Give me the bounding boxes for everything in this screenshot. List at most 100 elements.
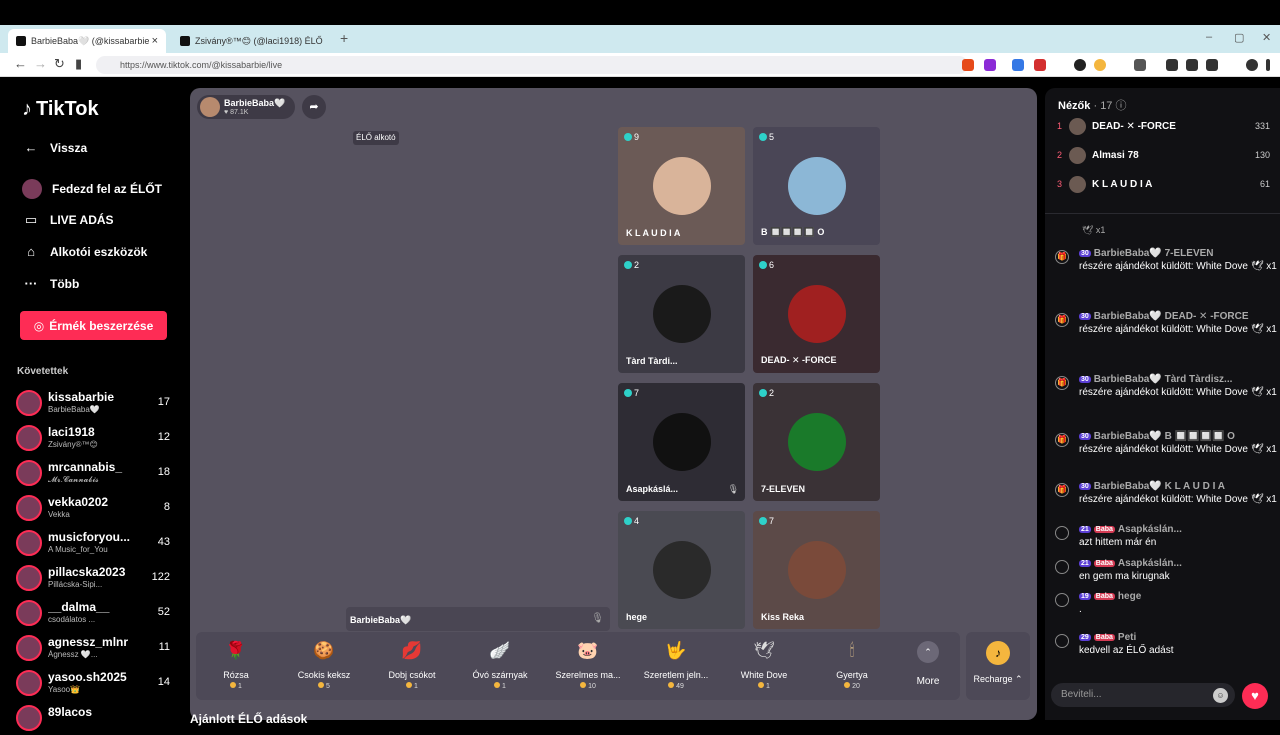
guest-tile[interactable]: 4 hege bbox=[618, 511, 745, 629]
following-item[interactable]: __dalma__ csodálatos ... 52 bbox=[16, 598, 176, 630]
close-icon[interactable]: × bbox=[152, 35, 158, 47]
gift-item[interactable]: 🕊 White Dove 1 bbox=[724, 632, 804, 700]
guest-tile[interactable]: 9 K L A U D I A bbox=[618, 127, 745, 245]
sidebar-icon[interactable] bbox=[1186, 59, 1198, 71]
translate-icon[interactable] bbox=[1012, 59, 1024, 71]
emoji-icon[interactable]: ☺ bbox=[1213, 688, 1228, 703]
guest-viewer-count: 4 bbox=[624, 516, 639, 526]
guest-tile[interactable]: 7 Asapkáslá... 🎙 bbox=[618, 383, 745, 501]
menu-live[interactable]: ▭ LIVE ADÁS bbox=[22, 212, 114, 228]
top-viewer[interactable]: 3 K L A U D I A 61 bbox=[1057, 175, 1270, 195]
following-item[interactable]: mrcannabis_ 𝓜𝓻.𝓒𝓪𝓷𝓷𝓪𝓫𝓲𝓼 18 bbox=[16, 458, 176, 490]
maximize-icon[interactable]: ▢ bbox=[1234, 31, 1244, 44]
bookmark-icon[interactable]: ▮ bbox=[75, 56, 82, 72]
chat-header: 19 Baba hege bbox=[1079, 591, 1141, 602]
menu-creator-tools[interactable]: ⌂ Alkotói eszközök bbox=[22, 244, 147, 259]
chat-user[interactable]: Asapkáslán... bbox=[1118, 558, 1182, 569]
host-badge[interactable]: BarbieBaba🤍 ♥ 87.1K bbox=[197, 95, 295, 119]
chat-user[interactable]: hege bbox=[1118, 591, 1141, 602]
following-item[interactable]: musicforyou... A Music_for_You 43 bbox=[16, 528, 176, 560]
extension-icon[interactable] bbox=[1134, 59, 1146, 71]
back-button[interactable]: ← Vissza bbox=[22, 140, 88, 155]
tiktok-logo[interactable]: ♪ TikTok bbox=[22, 98, 99, 121]
following-item[interactable]: agnessz_mlnr Ágnessz 🤍... 11 bbox=[16, 633, 176, 665]
minimize-icon[interactable]: – bbox=[1206, 31, 1212, 43]
music-icon[interactable] bbox=[1166, 59, 1178, 71]
chat-user[interactable]: BarbieBaba🤍 K L A U D I A bbox=[1094, 481, 1225, 492]
dove-gift-x1: 🕊 x1 bbox=[1082, 225, 1106, 235]
chat-user[interactable]: BarbieBaba🤍 B 🔲🔲🔲🔲 O bbox=[1094, 431, 1235, 442]
tab-laci1918[interactable]: Zsivány®™😊 (@laci1918) ÉLŐ bbox=[172, 29, 332, 53]
chat-text: azt hittem már én bbox=[1079, 537, 1157, 548]
following-item[interactable]: kissabarbie BarbieBaba🤍 17 bbox=[16, 388, 176, 420]
following-item[interactable]: vekka0202 Vekka 8 bbox=[16, 493, 176, 525]
guest-tile[interactable]: 2 Tàrd Tàrdi... bbox=[618, 255, 745, 373]
guest-avatar bbox=[653, 541, 711, 599]
guest-tile[interactable]: 7 Kiss Reka bbox=[753, 511, 880, 629]
guest-tile[interactable]: 5 B 🔲🔲🔲🔲 O bbox=[753, 127, 880, 245]
extension-icon[interactable] bbox=[1034, 59, 1046, 71]
gift-item[interactable]: 🍪 Csokis keksz 5 bbox=[284, 632, 364, 700]
gift-icon: 🍪 bbox=[313, 641, 335, 660]
chat-user[interactable]: BarbieBaba🤍 Tàrd Tàrdisz... bbox=[1094, 374, 1233, 385]
guest-tile[interactable]: 2 7-ELEVEN bbox=[753, 383, 880, 501]
recharge-button[interactable]: ♪ Recharge ⌃ bbox=[966, 632, 1030, 700]
gift-item[interactable]: 🌹 Rózsa 1 bbox=[196, 632, 276, 700]
share-icon[interactable]: ➦ bbox=[302, 95, 326, 119]
extension-icon[interactable] bbox=[1094, 59, 1106, 71]
top-viewer[interactable]: 2 Almasi 78 130 bbox=[1057, 146, 1270, 166]
gift-item[interactable]: 💋 Dobj csókot 1 bbox=[372, 632, 452, 700]
chat-input[interactable]: Beviteli... bbox=[1051, 683, 1235, 707]
vpn-icon[interactable] bbox=[1246, 59, 1258, 71]
chat-header: 30 BarbieBaba🤍 7-ELEVEN bbox=[1079, 248, 1214, 259]
gift-item[interactable]: 🪽 Óvó szárnyak 1 bbox=[460, 632, 540, 700]
menu-explore-live[interactable]: Fedezd fel az ÉLŐT bbox=[22, 179, 162, 199]
following-item[interactable]: yasoo.sh2025 Yasoo👑 14 bbox=[16, 668, 176, 700]
gift-price: 1 bbox=[724, 682, 804, 690]
following-item[interactable]: laci1918 Zsivány®™😊 12 bbox=[16, 423, 176, 455]
chat-panel: Nézők · 17 ⓘ 1 DEAD- ✕ -FORCE 331 2 Almasi 7… bbox=[1045, 88, 1280, 720]
guest-tile[interactable]: 6 DEAD- ✕ -FORCE bbox=[753, 255, 880, 373]
more-gifts-button[interactable]: ⌃ More bbox=[909, 632, 947, 700]
forward-icon[interactable]: → bbox=[34, 56, 47, 71]
chat-user[interactable]: BarbieBaba🤍 7-ELEVEN bbox=[1094, 248, 1214, 259]
menu-icon[interactable] bbox=[1266, 59, 1270, 71]
chat-text: részére ajándékot küldött: White Dove 🕊 … bbox=[1079, 261, 1277, 272]
chat-header: 29 Baba Peti bbox=[1079, 632, 1136, 643]
extension-icon[interactable] bbox=[1074, 59, 1086, 71]
chat-user[interactable]: Peti bbox=[1118, 632, 1136, 643]
new-tab-button[interactable]: + bbox=[340, 30, 348, 46]
close-window-icon[interactable]: ✕ bbox=[1262, 31, 1271, 44]
following-item[interactable]: 89lacos bbox=[16, 703, 176, 735]
gift-item[interactable]: 🕯 Gyertya 20 bbox=[812, 632, 892, 700]
level-badge: 21 bbox=[1079, 560, 1091, 567]
guest-viewer-count: 2 bbox=[624, 260, 639, 270]
gift-item[interactable]: 🤟 Szeretlem jeln... 49 bbox=[636, 632, 716, 700]
tiktok-icon bbox=[16, 36, 26, 46]
tab-kissabarbie[interactable]: BarbieBaba🤍 (@kissabarbie × bbox=[8, 29, 166, 53]
like-heart-button[interactable]: ♥ bbox=[1242, 683, 1268, 709]
guest-viewer-count: 7 bbox=[759, 516, 774, 526]
level-badge: 30 bbox=[1079, 376, 1091, 383]
live-stage bbox=[190, 88, 1037, 720]
chat-header: 30 BarbieBaba🤍 K L A U D I A bbox=[1079, 481, 1225, 492]
chat-user[interactable]: Asapkáslán... bbox=[1118, 524, 1182, 535]
reload-icon[interactable]: ↻ bbox=[54, 56, 65, 72]
brave-shield-icon[interactable] bbox=[962, 59, 974, 71]
chat-text: részére ajándékot küldött: White Dove 🕊 … bbox=[1079, 444, 1277, 455]
wallet-icon[interactable] bbox=[1206, 59, 1218, 71]
following-item[interactable]: pillacska2023 Pillácska-Sipi... 122 bbox=[16, 563, 176, 595]
back-icon[interactable]: ← bbox=[14, 56, 27, 71]
avatar bbox=[16, 670, 42, 696]
get-coins-button[interactable]: ◎ Érmék beszerzése bbox=[20, 311, 167, 340]
top-viewer[interactable]: 1 DEAD- ✕ -FORCE 331 bbox=[1057, 117, 1270, 137]
fan-badge: Baba bbox=[1093, 526, 1115, 533]
rewards-icon[interactable] bbox=[984, 59, 996, 71]
left-sidebar: ♪ TikTok ← Vissza Fedezd fel az ÉLŐT ▭ LIVE… bbox=[0, 78, 190, 731]
chat-user[interactable]: BarbieBaba🤍 DEAD- ✕ -FORCE bbox=[1094, 311, 1249, 322]
url-input[interactable]: https://www.tiktok.com/@kissabarbie/live bbox=[96, 56, 968, 74]
following-name: pillacska2023 bbox=[48, 565, 126, 579]
gift-item[interactable]: 🐷 Szerelmes ma... 10 bbox=[548, 632, 628, 700]
menu-more[interactable]: ··· Több bbox=[22, 276, 80, 291]
viewers-header[interactable]: Nézők · 17 ⓘ bbox=[1058, 97, 1127, 113]
